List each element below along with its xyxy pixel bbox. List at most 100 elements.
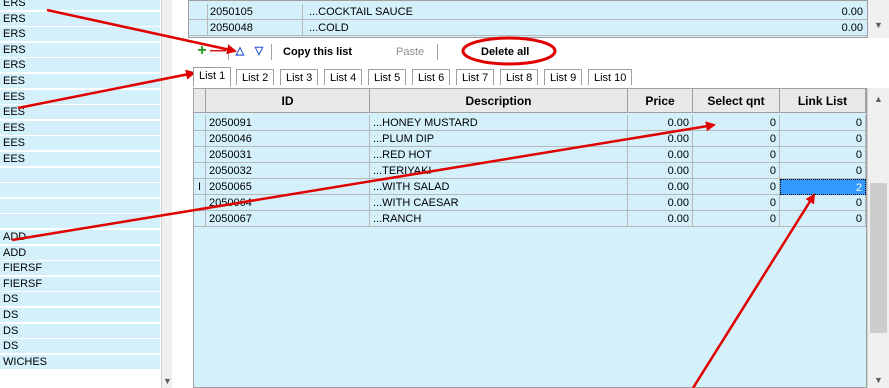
toolbar-separator [271, 44, 272, 60]
grid-cell-description: ...WITH SALAD [370, 179, 628, 195]
tab-list-1[interactable]: List 1 [193, 67, 232, 87]
table-row[interactable]: 2050046 ...PLUM DIP 0.00 0 0 [194, 131, 866, 147]
left-list-item[interactable]: FIERSF [0, 261, 160, 277]
grid-cell-id: 2050091 [206, 115, 370, 131]
left-list-item[interactable]: EES [0, 120, 160, 136]
left-list-item[interactable]: DS [0, 292, 160, 308]
left-list-scrollbar[interactable]: ▼ [161, 0, 172, 388]
grid-cell-link-list[interactable]: 0 [780, 211, 866, 227]
grid-scroll-thumb[interactable] [870, 183, 887, 333]
table-row[interactable]: I 2050065 ...WITH SALAD 0.00 0 2 [194, 179, 866, 195]
grid-cell-description: ...TERIYAKI [370, 163, 628, 179]
left-list-item[interactable]: ADD [0, 245, 160, 261]
tab-list-3[interactable]: List 3 [280, 69, 319, 85]
table-row[interactable]: 2050064 ...WITH CAESAR 0.00 0 0 [194, 195, 866, 211]
grid-cell-link-list[interactable]: 0 [780, 147, 866, 163]
grid-cell-price: 0.00 [628, 211, 693, 227]
top-table-scrollbar[interactable]: ▼ [868, 0, 889, 38]
grid-cell-select-qnt[interactable]: 0 [693, 195, 780, 211]
tab-list-8[interactable]: List 8 [500, 69, 539, 85]
left-list-item[interactable]: ERS [0, 42, 160, 58]
plus-icon[interactable]: + [194, 43, 210, 59]
grid-cell-select-qnt[interactable]: 0 [693, 179, 780, 195]
delete-all-button[interactable]: Delete all [481, 44, 529, 60]
left-list-item[interactable] [0, 167, 160, 183]
grid-cell-select-qnt[interactable]: 0 [693, 131, 780, 147]
chevron-down-icon[interactable]: ▼ [868, 375, 889, 385]
grid-cell-description: ...HONEY MUSTARD [370, 115, 628, 131]
left-list-item[interactable]: ERS [0, 58, 160, 74]
table-row[interactable]: 2050067 ...RANCH 0.00 0 0 [194, 211, 866, 227]
left-list-item[interactable]: FIERSF [0, 276, 160, 292]
top-table-cell-price: 0.00 [841, 22, 863, 34]
left-list-item[interactable]: ERS [0, 27, 160, 43]
minus-icon[interactable]: — [210, 43, 226, 59]
grid-cell-select-qnt[interactable]: 0 [693, 147, 780, 163]
chevron-down-icon[interactable]: ▼ [868, 20, 889, 30]
grid-cell-select-qnt[interactable]: 0 [693, 211, 780, 227]
left-list-item[interactable] [0, 198, 160, 214]
column-header[interactable]: Select qnt [693, 89, 780, 113]
grid-cell-description: ...WITH CAESAR [370, 195, 628, 211]
table-row[interactable]: 2050032 ...TERIYAKI 0.00 0 0 [194, 163, 866, 179]
tab-list-7[interactable]: List 7 [456, 69, 495, 85]
left-list-item[interactable]: EES [0, 152, 160, 167]
left-list-item[interactable]: EES [0, 74, 160, 89]
column-header[interactable]: Link List [780, 89, 866, 113]
row-indicator [194, 211, 206, 227]
row-indicator [194, 115, 206, 131]
tab-list-6[interactable]: List 6 [412, 69, 451, 85]
tab-list-2[interactable]: List 2 [236, 69, 275, 85]
top-table-cell-id: 2050048 [207, 20, 303, 36]
grid-cell-price: 0.00 [628, 195, 693, 211]
left-list-item[interactable]: ERS [0, 0, 160, 11]
down-triangle-icon[interactable]: ▽ [251, 43, 267, 59]
grid-cell-link-list[interactable]: 0 [780, 131, 866, 147]
column-header[interactable]: Description [370, 89, 628, 113]
top-table-row[interactable]: 2050105 ...COCKTAIL SAUCE 0.00 [189, 4, 867, 20]
up-triangle-icon[interactable]: △ [232, 43, 248, 59]
top-table-cell-description: ...COCKTAIL SAUCE [309, 6, 413, 18]
grid-cell-link-list[interactable]: 0 [780, 163, 866, 179]
left-list-item[interactable]: DS [0, 308, 160, 323]
left-list-item[interactable]: EES [0, 89, 160, 105]
grid-cell-link-list[interactable]: 0 [780, 195, 866, 211]
grid-cell-link-list[interactable]: 2 [780, 179, 866, 195]
grid-cell-select-qnt[interactable]: 0 [693, 163, 780, 179]
copy-list-button[interactable]: Copy this list [283, 44, 352, 60]
top-table-cell-id: 2050105 [207, 4, 303, 20]
grid-cell-price: 0.00 [628, 147, 693, 163]
paste-button[interactable]: Paste [396, 44, 424, 60]
left-list-item[interactable]: EES [0, 136, 160, 152]
tab-list-4[interactable]: List 4 [324, 69, 363, 85]
row-indicator [194, 147, 206, 163]
grid-cell-link-list[interactable]: 0 [780, 115, 866, 131]
table-row[interactable]: 2050031 ...RED HOT 0.00 0 0 [194, 147, 866, 163]
top-table-row[interactable]: 2050048 ...COLD 0.00 [189, 20, 867, 36]
grid-scrollbar[interactable]: ▲ ▼ [867, 88, 889, 388]
grid-cell-id: 2050065 [206, 179, 370, 195]
grid-corner-header [194, 89, 206, 113]
table-row[interactable]: 2050091 ...HONEY MUSTARD 0.00 0 0 [194, 115, 866, 131]
column-header[interactable]: ID [206, 89, 370, 113]
grid-cell-select-qnt[interactable]: 0 [693, 115, 780, 131]
left-item-list: ERS ERS ERS ERS ERS EES EES EES EES EES EES ADD ADD F… [0, 0, 172, 388]
grid-cell-id: 2050046 [206, 131, 370, 147]
scroll-down-arrow-icon[interactable]: ▼ [157, 376, 178, 386]
tab-list-10[interactable]: List 10 [588, 69, 633, 85]
tab-list-5[interactable]: List 5 [368, 69, 407, 85]
tab-list-9[interactable]: List 9 [544, 69, 583, 85]
left-list-item[interactable]: DS [0, 323, 160, 339]
grid-cell-id: 2050031 [206, 147, 370, 163]
list-toolbar: + — △ ▽ Copy this list Paste Delete all [188, 41, 708, 63]
left-list-item[interactable]: EES [0, 105, 160, 121]
left-list-item[interactable] [0, 183, 160, 199]
toolbar-separator [437, 44, 438, 60]
left-list-item[interactable]: WICHES [0, 354, 160, 370]
left-list-item[interactable]: DS [0, 339, 160, 355]
left-list-item[interactable] [0, 214, 160, 230]
chevron-up-icon[interactable]: ▲ [868, 94, 889, 104]
column-header[interactable]: Price [628, 89, 693, 113]
left-list-item[interactable]: ADD [0, 230, 160, 245]
left-list-item[interactable]: ERS [0, 11, 160, 27]
